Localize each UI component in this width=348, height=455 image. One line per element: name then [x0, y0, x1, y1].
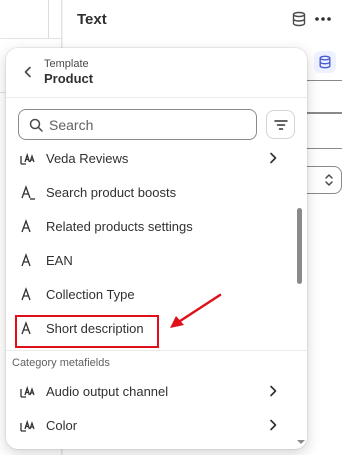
chevron-right-icon — [270, 385, 277, 397]
metafield-group-icon — [20, 419, 35, 432]
list-item-label: Color — [46, 418, 78, 433]
annotation-arrow-icon — [170, 293, 222, 328]
search-icon — [29, 118, 43, 132]
list-item-related-products-settings[interactable]: Related products settings — [6, 210, 296, 244]
text-type-icon — [21, 219, 31, 233]
back-button[interactable] — [18, 62, 38, 82]
breadcrumb-parent: Template — [44, 58, 89, 70]
scrollbar-thumb[interactable] — [297, 208, 302, 284]
list-item-label: EAN — [46, 253, 73, 268]
list-item-ean[interactable]: EAN — [6, 244, 296, 278]
panel-title: Text — [77, 11, 107, 28]
text-type-icon — [21, 253, 31, 267]
chevron-right-icon — [270, 152, 277, 164]
select-chevrons-icon — [325, 174, 333, 186]
search-input[interactable] — [49, 111, 249, 138]
list-item-label: Veda Reviews — [46, 151, 129, 166]
chevron-left-icon — [24, 66, 31, 78]
text-type-icon — [21, 185, 35, 200]
list-item-label: Audio output channel — [46, 384, 169, 399]
list-item-color[interactable]: Color — [6, 409, 296, 443]
chevron-right-icon — [270, 419, 277, 431]
sidebar-divider — [0, 38, 62, 39]
filter-icon — [273, 119, 288, 130]
connect-metafield-button[interactable] — [314, 51, 336, 73]
database-icon[interactable] — [291, 11, 307, 27]
search-field[interactable] — [18, 109, 257, 140]
filter-button[interactable] — [266, 110, 295, 139]
section-heading: Category metafields — [12, 357, 110, 369]
list-item-label: Collection Type — [46, 287, 135, 302]
popover-title: Product — [44, 71, 94, 86]
more-options-icon[interactable] — [314, 16, 332, 22]
dynamic-source-popover: Template Product Veda Reviews — [6, 48, 307, 449]
text-type-icon — [21, 287, 31, 301]
list-item-search-product-boosts[interactable]: Search product boosts — [6, 176, 296, 210]
metafield-group-icon — [20, 385, 35, 398]
popover-header: Template Product — [6, 48, 307, 98]
section-divider — [6, 350, 307, 351]
scroll-down-arrow-icon[interactable] — [296, 438, 306, 446]
list-item-audio-output-channel[interactable]: Audio output channel — [6, 375, 296, 409]
list-item-label: Related products settings — [46, 219, 193, 234]
metafield-list: Veda Reviews Search product boosts Relat… — [6, 142, 307, 449]
database-icon — [319, 55, 331, 69]
annotation-highlight-box — [15, 315, 159, 348]
list-item-label: Search product boosts — [46, 185, 177, 200]
metafield-group-icon — [20, 152, 35, 165]
list-item-veda-reviews[interactable]: Veda Reviews — [6, 142, 296, 176]
list-item-collection-type[interactable]: Collection Type — [6, 278, 296, 312]
sidebar-divider — [48, 0, 49, 38]
